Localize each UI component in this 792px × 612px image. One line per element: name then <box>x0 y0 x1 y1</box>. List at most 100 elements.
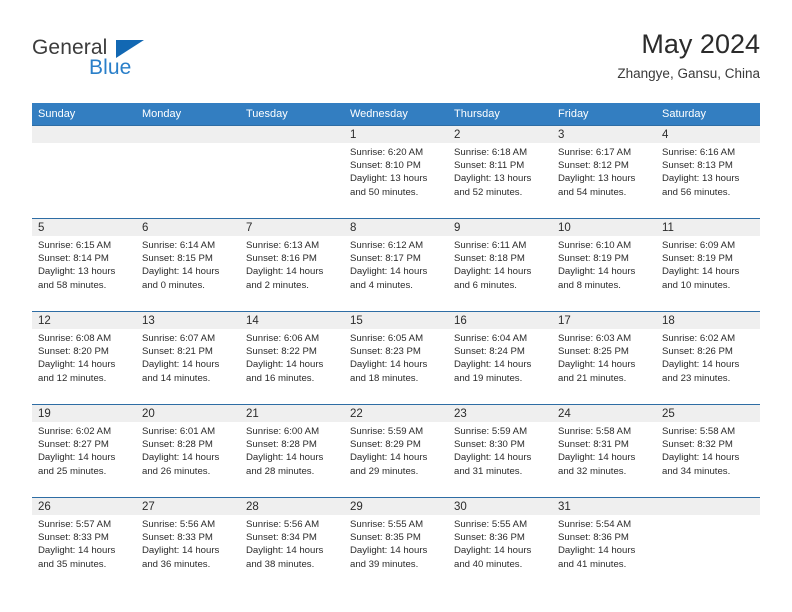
daylight-line: Daylight: 14 hours <box>454 266 532 278</box>
day-cell[interactable]: 21 Sunrise: 6:00 AM Sunset: 8:28 PM Dayligh… <box>240 405 344 497</box>
daylight-line: Daylight: 14 hours <box>662 266 740 278</box>
day-cell[interactable]: 10 Sunrise: 6:10 AM Sunset: 8:19 PM Dayligh… <box>552 219 656 311</box>
sunrise-line: Sunrise: 6:14 AM <box>142 240 216 251</box>
calendar-week-row: 26 Sunrise: 5:57 AM Sunset: 8:33 PM Dayligh… <box>32 497 760 591</box>
day-cell[interactable]: 13 Sunrise: 6:07 AM Sunset: 8:21 PM Dayligh… <box>136 312 240 404</box>
day-cell[interactable]: 4 Sunrise: 6:16 AM Sunset: 8:13 PM Daylight… <box>656 126 760 218</box>
daylight-line: and 58 minutes. <box>38 279 107 291</box>
sunset-line: Sunset: 8:21 PM <box>142 346 213 358</box>
sunset-line: Sunset: 8:25 PM <box>558 346 629 358</box>
daylight-line: and 6 minutes. <box>454 279 517 291</box>
calendar-cell: 15 Sunrise: 6:05 AM Sunset: 8:23 PM Dayligh… <box>344 311 448 405</box>
calendar-cell <box>32 125 136 219</box>
day-number: 5 <box>32 219 136 236</box>
day-cell-empty <box>136 126 240 218</box>
sunset-line: Sunset: 8:19 PM <box>558 253 629 265</box>
sunset-line: Sunset: 8:33 PM <box>142 532 213 544</box>
sun-info: Sunrise: 6:03 AM Sunset: 8:25 PM Daylight:… <box>552 329 656 385</box>
sunset-line: Sunset: 8:26 PM <box>662 346 733 358</box>
day-cell[interactable]: 11 Sunrise: 6:09 AM Sunset: 8:19 PM Dayligh… <box>656 219 760 311</box>
daylight-line: Daylight: 14 hours <box>454 545 532 557</box>
day-cell[interactable]: 29 Sunrise: 5:55 AM Sunset: 8:35 PM Dayligh… <box>344 498 448 591</box>
daylight-line: and 16 minutes. <box>246 372 315 384</box>
daylight-line: and 31 minutes. <box>454 465 523 477</box>
day-number: 18 <box>656 312 760 329</box>
day-cell[interactable]: 19 Sunrise: 6:02 AM Sunset: 8:27 PM Dayligh… <box>32 405 136 497</box>
day-cell[interactable]: 20 Sunrise: 6:01 AM Sunset: 8:28 PM Dayligh… <box>136 405 240 497</box>
day-cell[interactable]: 18 Sunrise: 6:02 AM Sunset: 8:26 PM Dayligh… <box>656 312 760 404</box>
sunset-line: Sunset: 8:28 PM <box>142 439 213 451</box>
sunset-line: Sunset: 8:32 PM <box>662 439 733 451</box>
daylight-line: and 10 minutes. <box>662 279 731 291</box>
daylight-line: and 52 minutes. <box>454 186 523 198</box>
sunrise-line: Sunrise: 6:08 AM <box>38 333 112 344</box>
sunrise-line: Sunrise: 6:12 AM <box>350 240 424 251</box>
daylight-line: Daylight: 14 hours <box>350 545 428 557</box>
daylight-line: Daylight: 14 hours <box>662 359 740 371</box>
day-cell[interactable]: 15 Sunrise: 6:05 AM Sunset: 8:23 PM Dayligh… <box>344 312 448 404</box>
day-cell[interactable]: 9 Sunrise: 6:11 AM Sunset: 8:18 PM Daylight… <box>448 219 552 311</box>
sunset-line: Sunset: 8:14 PM <box>38 253 109 265</box>
day-cell[interactable]: 26 Sunrise: 5:57 AM Sunset: 8:33 PM Dayligh… <box>32 498 136 591</box>
sun-info: Sunrise: 6:01 AM Sunset: 8:28 PM Daylight:… <box>136 422 240 478</box>
sun-info: Sunrise: 6:18 AM Sunset: 8:11 PM Daylight:… <box>448 143 552 199</box>
sun-info: Sunrise: 6:20 AM Sunset: 8:10 PM Daylight:… <box>344 143 448 199</box>
day-cell[interactable]: 3 Sunrise: 6:17 AM Sunset: 8:12 PM Daylight… <box>552 126 656 218</box>
day-number: 25 <box>656 405 760 422</box>
sunrise-line: Sunrise: 6:16 AM <box>662 147 736 158</box>
daylight-line: Daylight: 14 hours <box>558 359 636 371</box>
day-cell[interactable]: 16 Sunrise: 6:04 AM Sunset: 8:24 PM Dayligh… <box>448 312 552 404</box>
day-cell[interactable]: 22 Sunrise: 5:59 AM Sunset: 8:29 PM Dayligh… <box>344 405 448 497</box>
sun-info: Sunrise: 6:16 AM Sunset: 8:13 PM Daylight:… <box>656 143 760 199</box>
sunrise-line: Sunrise: 5:58 AM <box>558 426 632 437</box>
day-number: 6 <box>136 219 240 236</box>
daylight-line: Daylight: 14 hours <box>38 359 116 371</box>
day-cell[interactable]: 27 Sunrise: 5:56 AM Sunset: 8:33 PM Dayligh… <box>136 498 240 591</box>
daylight-line: and 40 minutes. <box>454 558 523 570</box>
sunset-line: Sunset: 8:28 PM <box>246 439 317 451</box>
day-cell[interactable]: 25 Sunrise: 5:58 AM Sunset: 8:32 PM Dayligh… <box>656 405 760 497</box>
day-cell[interactable]: 24 Sunrise: 5:58 AM Sunset: 8:31 PM Dayligh… <box>552 405 656 497</box>
sunset-line: Sunset: 8:30 PM <box>454 439 525 451</box>
day-cell[interactable]: 30 Sunrise: 5:55 AM Sunset: 8:36 PM Dayligh… <box>448 498 552 591</box>
weekday-header-friday: Friday <box>552 103 656 126</box>
calendar-week-row: 12 Sunrise: 6:08 AM Sunset: 8:20 PM Dayligh… <box>32 311 760 405</box>
general-blue-logo[interactable]: General Blue <box>32 36 232 90</box>
calendar-week-row: 1 Sunrise: 6:20 AM Sunset: 8:10 PM Daylight… <box>32 125 760 219</box>
day-cell[interactable]: 8 Sunrise: 6:12 AM Sunset: 8:17 PM Daylight… <box>344 219 448 311</box>
calendar-cell: 26 Sunrise: 5:57 AM Sunset: 8:33 PM Dayligh… <box>32 497 136 591</box>
daylight-line: and 54 minutes. <box>558 186 627 198</box>
sunset-line: Sunset: 8:17 PM <box>350 253 421 265</box>
day-number: 29 <box>344 498 448 515</box>
day-cell[interactable]: 6 Sunrise: 6:14 AM Sunset: 8:15 PM Daylight… <box>136 219 240 311</box>
day-cell[interactable]: 7 Sunrise: 6:13 AM Sunset: 8:16 PM Daylight… <box>240 219 344 311</box>
day-number: 9 <box>448 219 552 236</box>
day-cell[interactable]: 1 Sunrise: 6:20 AM Sunset: 8:10 PM Daylight… <box>344 126 448 218</box>
calendar-cell: 7 Sunrise: 6:13 AM Sunset: 8:16 PM Daylight… <box>240 218 344 312</box>
calendar-cell: 4 Sunrise: 6:16 AM Sunset: 8:13 PM Daylight… <box>656 125 760 219</box>
day-cell[interactable]: 23 Sunrise: 5:59 AM Sunset: 8:30 PM Dayligh… <box>448 405 552 497</box>
daylight-line: Daylight: 14 hours <box>246 452 324 464</box>
day-cell[interactable]: 17 Sunrise: 6:03 AM Sunset: 8:25 PM Dayligh… <box>552 312 656 404</box>
day-cell[interactable]: 28 Sunrise: 5:56 AM Sunset: 8:34 PM Dayligh… <box>240 498 344 591</box>
daylight-line: and 29 minutes. <box>350 465 419 477</box>
sun-info: Sunrise: 5:59 AM Sunset: 8:29 PM Daylight:… <box>344 422 448 478</box>
calendar-table: Sunday Monday Tuesday Wednesday Thursday Frid… <box>32 103 760 591</box>
calendar-cell: 12 Sunrise: 6:08 AM Sunset: 8:20 PM Dayligh… <box>32 311 136 405</box>
daylight-line: and 0 minutes. <box>142 279 205 291</box>
sun-info: Sunrise: 5:54 AM Sunset: 8:36 PM Daylight:… <box>552 515 656 571</box>
sunrise-line: Sunrise: 5:56 AM <box>246 519 320 530</box>
day-cell[interactable]: 5 Sunrise: 6:15 AM Sunset: 8:14 PM Daylight… <box>32 219 136 311</box>
calendar-cell: 13 Sunrise: 6:07 AM Sunset: 8:21 PM Dayligh… <box>136 311 240 405</box>
sun-info: Sunrise: 5:58 AM Sunset: 8:31 PM Daylight:… <box>552 422 656 478</box>
daylight-line: Daylight: 14 hours <box>350 452 428 464</box>
day-cell[interactable]: 12 Sunrise: 6:08 AM Sunset: 8:20 PM Dayligh… <box>32 312 136 404</box>
calendar-cell: 20 Sunrise: 6:01 AM Sunset: 8:28 PM Dayligh… <box>136 404 240 498</box>
sunset-line: Sunset: 8:23 PM <box>350 346 421 358</box>
day-cell[interactable]: 14 Sunrise: 6:06 AM Sunset: 8:22 PM Dayligh… <box>240 312 344 404</box>
day-number: 27 <box>136 498 240 515</box>
day-cell[interactable]: 31 Sunrise: 5:54 AM Sunset: 8:36 PM Dayligh… <box>552 498 656 591</box>
day-cell[interactable]: 2 Sunrise: 6:18 AM Sunset: 8:11 PM Daylight… <box>448 126 552 218</box>
daylight-line: Daylight: 14 hours <box>350 359 428 371</box>
day-number: 17 <box>552 312 656 329</box>
